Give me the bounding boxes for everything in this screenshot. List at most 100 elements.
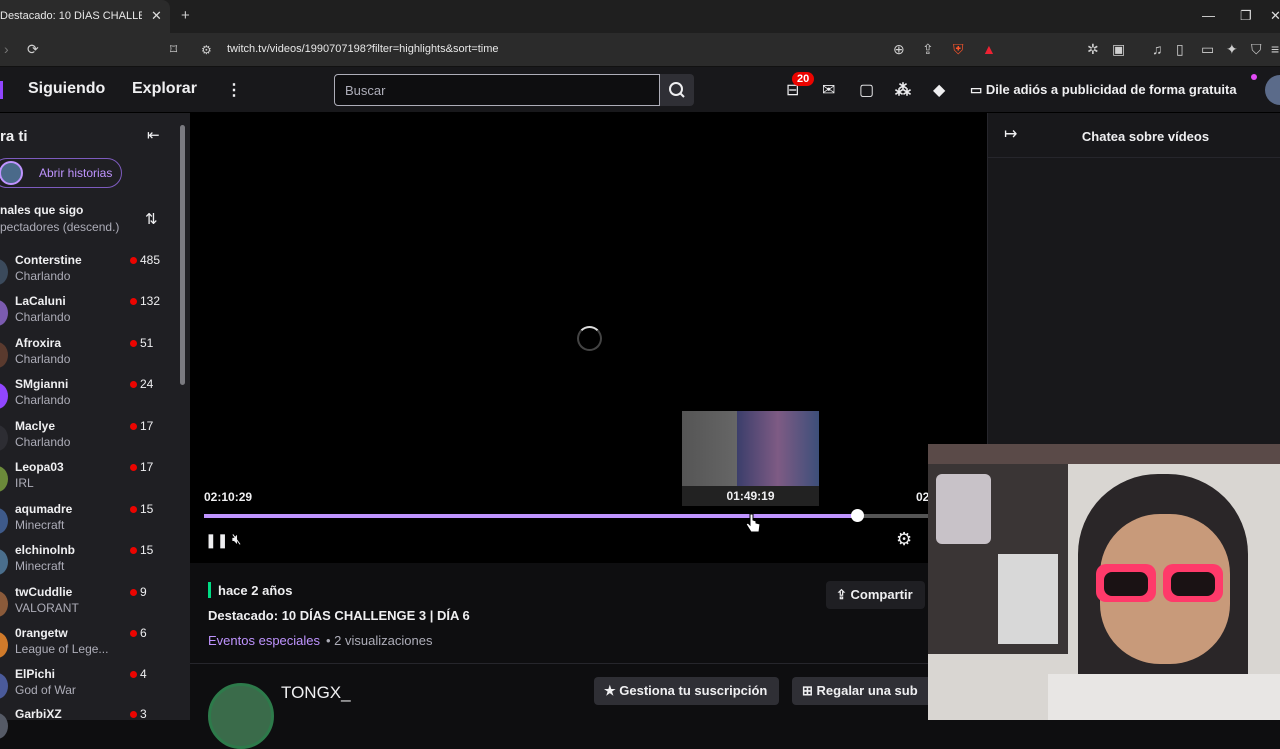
manage-subscription-label: Gestiona tu suscripción: [619, 683, 768, 698]
sidebar-channel[interactable]: ElPichi God of War 4: [0, 667, 180, 707]
live-dot: [130, 464, 137, 471]
sidebar-title: ra ti: [0, 128, 28, 145]
forward-icon[interactable]: ›: [4, 41, 9, 57]
close-window-icon[interactable]: ✕: [1270, 8, 1280, 24]
chat-title: Chatea sobre vídeos: [1081, 129, 1210, 144]
viewer-count: 17: [140, 419, 154, 433]
menu-icon[interactable]: ≡: [1271, 41, 1279, 57]
music-icon[interactable]: ♫: [1152, 41, 1163, 57]
share-icon: ⇪: [836, 587, 847, 602]
channel-name: ElPichi: [15, 667, 56, 681]
sidebar-scrollbar[interactable]: [180, 125, 185, 385]
star-icon: ★: [604, 683, 616, 698]
browser-tab[interactable]: Destacado: 10 DÍAS CHALLENGE ✕: [0, 0, 170, 33]
vpn-icon[interactable]: ⛉: [1251, 41, 1262, 57]
sidebar-channel[interactable]: SMgianni Charlando 24: [0, 377, 180, 417]
webcam-shirt: [1048, 674, 1280, 720]
search-input[interactable]: Buscar: [345, 83, 385, 98]
manage-subscription-button[interactable]: ★ Gestiona tu suscripción: [594, 677, 780, 705]
viewer-count: 15: [140, 502, 154, 516]
sidebar-channel[interactable]: Leopa03 IRL 17: [0, 460, 180, 500]
more-icon[interactable]: ⋮: [226, 80, 242, 100]
followed-channels-heading: nales que sigo: [0, 203, 84, 217]
promo-dot: [1251, 74, 1257, 80]
sidebar-channel[interactable]: Afroxira Charlando 51: [0, 336, 180, 376]
gift-sub-button[interactable]: ⊞ Regalar una sub: [792, 677, 932, 705]
preview-thumbnail: [682, 411, 819, 486]
channel-name: elchinolnb: [15, 543, 75, 557]
nav-siguiendo[interactable]: Siguiendo: [28, 80, 105, 98]
channel-name: GarbiXZ: [15, 707, 62, 721]
live-dot: [130, 298, 137, 305]
extensions-icon[interactable]: ✲: [1087, 41, 1099, 57]
sidebar: ra ti ⇤ Abrir historias nales que sigo p…: [0, 113, 190, 739]
translate-icon[interactable]: ⁂: [895, 80, 911, 100]
ad-free-promo[interactable]: ▭ Dile adiós a publicidad de forma gratu…: [970, 82, 1237, 98]
channel-avatar: [0, 549, 8, 575]
address-bar[interactable]: ⚙ twitch.tv/videos/1990707198?filter=hig…: [193, 38, 943, 62]
search-icon: [669, 82, 685, 98]
search-field[interactable]: Buscar: [334, 74, 660, 106]
nav-explorar[interactable]: Explorar: [132, 80, 197, 98]
new-indicator: [208, 582, 211, 598]
bookmark-icon[interactable]: ⌑: [170, 41, 177, 57]
url-text[interactable]: twitch.tv/videos/1990707198?filter=highl…: [227, 43, 499, 55]
streamer-name[interactable]: TONGX_: [281, 683, 351, 703]
wallet-icon[interactable]: ▭: [1201, 41, 1214, 57]
sort-icon[interactable]: ⇅: [145, 210, 158, 228]
chat-header: ↦ Chatea sobre vídeos: [988, 113, 1280, 158]
search-button[interactable]: [660, 74, 694, 106]
tab-title: Destacado: 10 DÍAS CHALLENGE: [0, 10, 142, 22]
inbox-icon[interactable]: ✉: [822, 80, 835, 100]
close-tab-icon[interactable]: ✕: [151, 8, 162, 24]
seek-preview: 01:49:19: [682, 411, 819, 506]
streamer-avatar[interactable]: [208, 683, 274, 749]
sidebar-channel[interactable]: LaCaluni Charlando 132: [0, 294, 180, 334]
channel-name: Conterstine: [15, 253, 82, 267]
brave-shield-icon[interactable]: ⛨: [953, 41, 964, 57]
channel-avatar: [0, 259, 8, 285]
video-category[interactable]: Eventos especiales: [208, 633, 320, 648]
live-dot: [130, 257, 137, 264]
whispers-icon[interactable]: ▢: [859, 80, 874, 100]
share-label: Compartir: [850, 587, 913, 602]
leo-icon[interactable]: ✦: [1226, 41, 1238, 57]
share-button[interactable]: ⇪ Compartir: [826, 581, 925, 609]
sidebar-channel[interactable]: aqumadre Minecraft 15: [0, 502, 180, 542]
minimize-icon[interactable]: —: [1202, 8, 1215, 23]
sidebar-channel[interactable]: Conterstine Charlando 485: [0, 253, 180, 293]
zoom-icon[interactable]: ⊕: [893, 41, 905, 57]
channel-avatar: [0, 632, 8, 658]
channel-avatar: [0, 591, 8, 617]
viewer-count: 24: [140, 377, 154, 391]
sidebar-channel[interactable]: twCuddlie VALORANT 9: [0, 585, 180, 625]
seek-bar[interactable]: [204, 509, 934, 522]
stories-label[interactable]: Abrir historias: [39, 166, 112, 180]
sidebar-channel[interactable]: GarbiXZ 3: [0, 707, 180, 747]
cursor-hand-icon: [745, 513, 761, 533]
share-page-icon[interactable]: ⇪: [922, 41, 934, 57]
avatar[interactable]: [1265, 75, 1280, 105]
bits-icon[interactable]: ◆: [933, 80, 945, 100]
mute-button[interactable]: 🔇︎: [232, 531, 241, 548]
sidebar-channel[interactable]: 0rangetw League of Lege... 6: [0, 626, 180, 666]
seek-handle[interactable]: [851, 509, 864, 522]
settings-icon[interactable]: ⚙: [896, 529, 912, 550]
video-views: • 2 visualizaciones: [326, 633, 433, 648]
panel-icon[interactable]: ▯: [1176, 41, 1184, 57]
preview-time: 01:49:19: [726, 489, 775, 503]
video-player[interactable]: 01:49:19 02:10:29 02 ❚❚ 🔇︎ ⚙: [190, 113, 987, 563]
live-dot: [130, 589, 137, 596]
brave-rewards-icon[interactable]: ▲: [982, 41, 996, 57]
site-info-icon[interactable]: ⚙: [201, 42, 212, 58]
restore-icon[interactable]: ❐: [1240, 8, 1252, 24]
new-tab-button[interactable]: +: [181, 7, 190, 24]
collapse-sidebar-icon[interactable]: ⇤: [147, 126, 160, 144]
sidebar-channel[interactable]: Maclye Charlando 17: [0, 419, 180, 459]
sidebar-icon[interactable]: ▣: [1112, 41, 1125, 57]
sidebar-channel[interactable]: elchinolnb Minecraft 15: [0, 543, 180, 583]
channel-game: VALORANT: [15, 601, 79, 615]
pause-button[interactable]: ❚❚: [205, 532, 228, 549]
divider: [190, 663, 930, 664]
reload-icon[interactable]: ⟳: [27, 41, 39, 57]
